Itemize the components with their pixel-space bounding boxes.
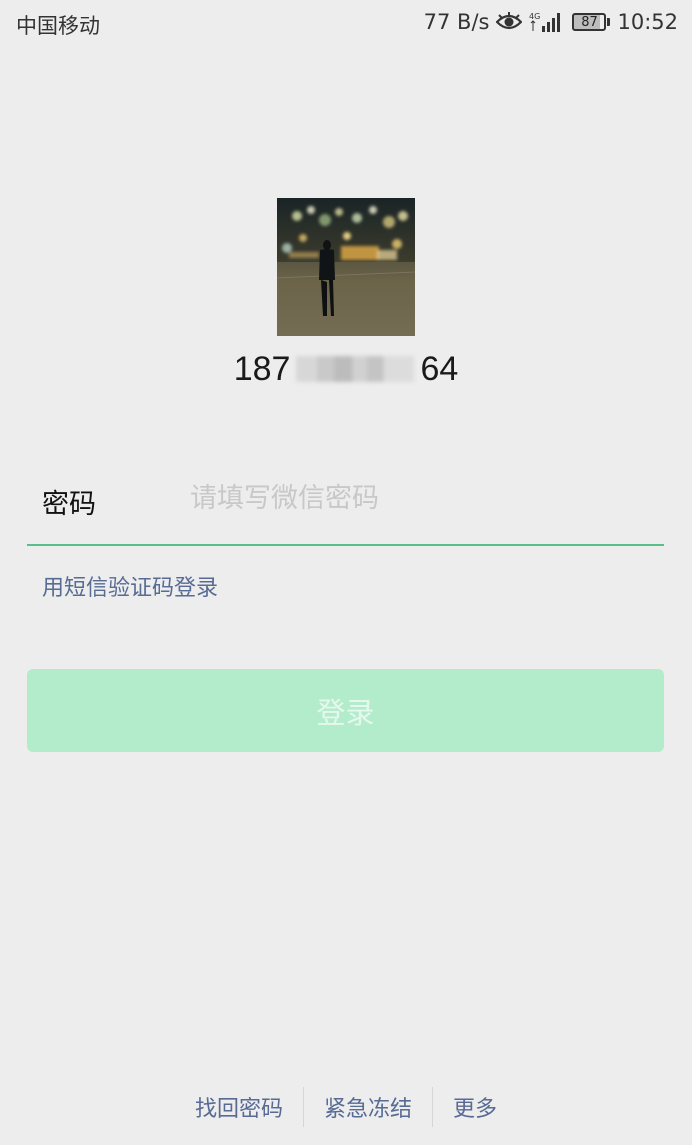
login-button[interactable]: 登录: [27, 669, 664, 752]
network-speed: 77 B/s: [423, 10, 490, 34]
status-indicators: 77 B/s 4G 87 10:52: [424, 10, 678, 34]
account-number: 187 64: [0, 350, 692, 389]
password-input[interactable]: [190, 476, 650, 520]
battery-level: 87: [581, 14, 598, 30]
account-prefix: 187: [233, 350, 291, 388]
avatar[interactable]: [277, 198, 415, 336]
emergency-freeze-link[interactable]: 紧急冻结: [304, 1091, 432, 1123]
signal-icon: 4G: [529, 11, 565, 33]
carrier-name: 中国移动: [16, 14, 100, 38]
clock: 10:52: [617, 10, 678, 34]
sms-login-link[interactable]: 用短信验证码登录: [42, 570, 218, 602]
network-type-label: 4G: [529, 12, 540, 21]
password-label: 密码: [42, 489, 96, 520]
password-underline: [27, 544, 664, 546]
battery-icon: 87: [572, 13, 611, 31]
footer-links: 找回密码 紧急冻结 更多: [0, 1085, 692, 1129]
masked-digits: [296, 356, 415, 382]
eye-icon: [495, 12, 524, 32]
more-link[interactable]: 更多: [433, 1091, 517, 1123]
status-bar: 中国移动 77 B/s 4G 87 10:52: [0, 0, 692, 50]
recover-password-link[interactable]: 找回密码: [175, 1091, 303, 1123]
account-suffix: 64: [420, 350, 459, 388]
